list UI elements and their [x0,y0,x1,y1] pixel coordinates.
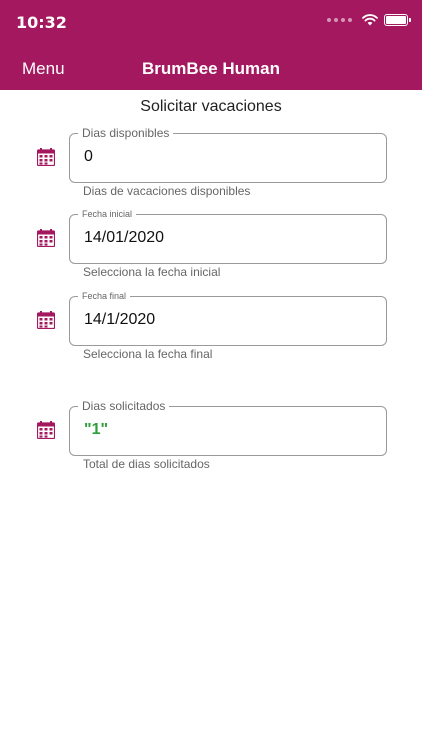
field-dias-solicitados: Dias solicitados "1" Total de dias solic… [0,399,422,486]
wifi-icon [362,14,378,26]
calendar-icon [37,311,55,329]
battery-icon [384,14,411,26]
fecha-inicial-field[interactable]: Fecha inicial 14/01/2020 [69,209,387,264]
status-time: 10:32 [16,13,67,32]
field-label: Fecha final [78,291,131,302]
calendar-icon [37,148,55,166]
dias-solicitados-value[interactable]: "1" [84,421,374,439]
field-dias-disponibles: Dias disponibles 0 Dias de vacaciones di… [0,126,422,213]
helper-text: Total de dias solicitados [83,457,210,471]
dias-solicitados-field[interactable]: Dias solicitados "1" [69,399,387,456]
calendar-icon [37,229,55,247]
field-label: Fecha inicial [78,209,137,220]
field-label: Dias solicitados [78,399,170,413]
dias-disponibles-field[interactable]: Dias disponibles 0 [69,126,387,183]
helper-text: Selecciona la fecha inicial [83,265,221,279]
fecha-inicial-value[interactable]: 14/01/2020 [84,229,374,247]
app-header: 10:32 BrumBee Human Menu [0,0,422,90]
fecha-final-value[interactable]: 14/1/2020 [84,311,374,329]
signal-icon [327,18,352,22]
helper-text: Dias de vacaciones disponibles [83,184,251,198]
dias-disponibles-value[interactable]: 0 [84,148,374,166]
page-title: Solicitar vacaciones [140,98,282,115]
calendar-icon [37,421,55,439]
field-fecha-inicial: Fecha inicial 14/01/2020 Selecciona la f… [0,209,422,294]
menu-button[interactable]: Menu [22,59,65,79]
field-label: Dias disponibles [78,126,174,140]
fecha-final-field[interactable]: Fecha final 14/1/2020 [69,291,387,346]
field-fecha-final: Fecha final 14/1/2020 Selecciona la fech… [0,291,422,376]
helper-text: Selecciona la fecha final [83,347,213,361]
status-icons [327,14,411,26]
